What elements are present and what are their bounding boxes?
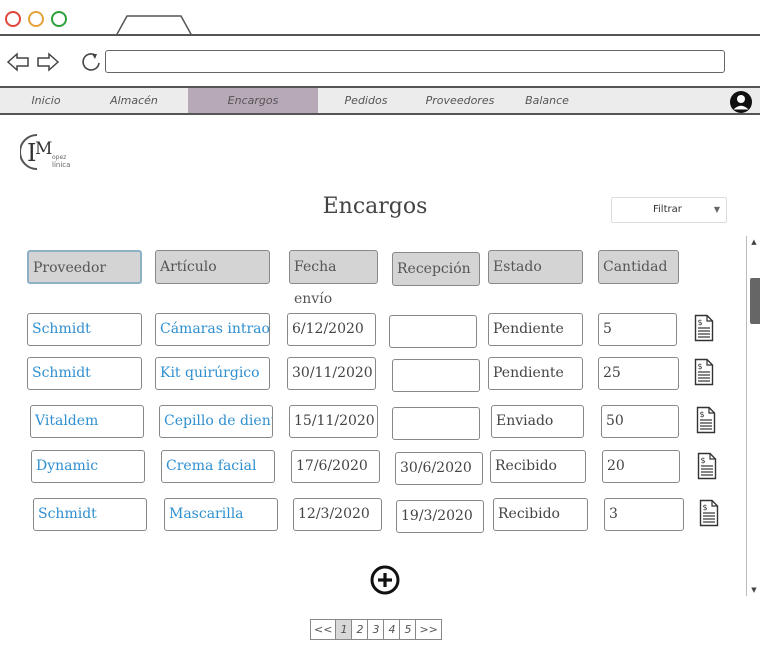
column-header-cantidad[interactable]: Cantidad [598, 250, 679, 284]
scrollbar-thumb[interactable] [750, 278, 760, 324]
svg-text:$: $ [703, 503, 708, 512]
cell-proveedor[interactable]: Schmidt [27, 313, 142, 346]
cell-fecha-envio[interactable]: 6/12/2020 [287, 313, 376, 346]
pagination-first[interactable]: << [310, 619, 337, 640]
menu-item-almacen[interactable]: Almacén [98, 88, 170, 113]
invoice-document-icon[interactable]: $ [697, 452, 717, 480]
cell-estado[interactable]: Pendiente [488, 357, 583, 390]
invoice-document-icon[interactable]: $ [696, 406, 716, 434]
scroll-down-arrow-icon[interactable]: ▼ [747, 584, 760, 596]
cell-cantidad[interactable]: 25 [598, 357, 679, 390]
pagination: << 1 2 3 4 5 >> [310, 619, 442, 641]
menu-item-proveedores[interactable]: Proveedores [418, 88, 502, 113]
cell-cantidad[interactable]: 20 [602, 450, 680, 483]
column-header-fecha-envio[interactable]: Fecha envío [289, 250, 378, 307]
page-title: Encargos [322, 194, 428, 219]
cell-estado[interactable]: Recibido [490, 450, 586, 483]
cell-articulo[interactable]: Cámaras intraoral [155, 313, 270, 346]
invoice-document-icon[interactable]: $ [694, 314, 714, 342]
menu-item-pedidos[interactable]: Pedidos [330, 88, 402, 113]
browser-address-bar [0, 36, 760, 88]
pagination-last[interactable]: >> [416, 619, 442, 640]
cell-proveedor[interactable]: Dynamic [31, 450, 145, 483]
cell-recepcion[interactable] [392, 407, 480, 440]
svg-text:$: $ [698, 362, 703, 371]
cell-fecha-envio[interactable]: 30/11/2020 [287, 357, 376, 390]
svg-text:$: $ [698, 318, 703, 327]
svg-text:opez: opez [52, 154, 66, 161]
cell-recepcion[interactable] [389, 315, 477, 348]
cell-fecha-envio[interactable]: 17/6/2020 [291, 450, 380, 483]
filter-label: Filtrar [653, 204, 682, 215]
cell-articulo[interactable]: Kit quirúrgico [155, 357, 270, 390]
cell-fecha-envio[interactable]: 12/3/2020 [293, 498, 382, 531]
menu-item-balance[interactable]: Balance [515, 88, 579, 113]
column-header-estado[interactable]: Estado [488, 250, 583, 284]
pagination-page-1[interactable]: 1 [336, 619, 353, 640]
cell-articulo[interactable]: Mascarilla [164, 498, 278, 531]
svg-text:línica: línica [52, 161, 70, 169]
cell-cantidad[interactable]: 50 [601, 405, 679, 438]
url-input[interactable] [105, 50, 725, 73]
pagination-page-2[interactable]: 2 [352, 619, 369, 640]
invoice-document-icon[interactable]: $ [699, 499, 719, 527]
main-menu: Inicio Almacén Encargos Pedidos Proveedo… [0, 88, 760, 115]
pagination-page-5[interactable]: 5 [400, 619, 417, 640]
menu-item-encargos[interactable]: Encargos [188, 88, 318, 113]
cell-proveedor[interactable]: Schmidt [27, 357, 142, 390]
cell-recepcion[interactable]: 30/6/2020 [395, 452, 483, 485]
cell-proveedor[interactable]: Schmidt [33, 498, 147, 531]
svg-text:$: $ [700, 410, 705, 419]
browser-titlebar [0, 0, 760, 36]
cell-cantidad[interactable]: 3 [604, 498, 684, 531]
menu-item-inicio[interactable]: Inicio [18, 88, 74, 113]
cell-estado[interactable]: Recibido [493, 498, 588, 531]
invoice-document-icon[interactable]: $ [694, 358, 714, 386]
maximize-window-button[interactable] [51, 11, 67, 27]
filter-dropdown[interactable]: Filtrar ▼ [611, 197, 727, 223]
cell-articulo[interactable]: Crema facial [161, 450, 275, 483]
close-window-button[interactable] [5, 11, 21, 27]
add-order-icon[interactable] [369, 565, 401, 595]
browser-tab[interactable] [115, 14, 193, 36]
cell-estado[interactable]: Pendiente [488, 313, 583, 346]
cell-articulo[interactable]: Cepillo de diente [159, 405, 273, 438]
forward-arrow-icon[interactable] [36, 52, 60, 72]
vertical-scrollbar[interactable]: ▲ ▼ [746, 236, 760, 596]
cell-recepcion[interactable] [392, 359, 480, 392]
cell-cantidad[interactable]: 5 [598, 313, 677, 346]
chevron-down-icon: ▼ [713, 205, 720, 214]
clinic-logo: I M opez línica [20, 134, 70, 170]
column-header-recepcion[interactable]: Recepción [392, 252, 480, 286]
minimize-window-button[interactable] [28, 11, 44, 27]
column-header-articulo[interactable]: Artículo [155, 250, 270, 284]
cell-fecha-envio[interactable]: 15/11/2020 [289, 405, 378, 438]
svg-text:$: $ [701, 456, 706, 465]
cell-estado[interactable]: Enviado [491, 405, 584, 438]
svg-text:M: M [35, 139, 52, 159]
scroll-up-arrow-icon[interactable]: ▲ [747, 236, 760, 248]
back-arrow-icon[interactable] [6, 52, 30, 72]
cell-recepcion[interactable]: 19/3/2020 [396, 500, 484, 533]
cell-proveedor[interactable]: Vitaldem [30, 405, 144, 438]
user-account-icon[interactable] [729, 90, 753, 114]
column-header-proveedor[interactable]: Proveedor [27, 250, 142, 284]
pagination-page-4[interactable]: 4 [384, 619, 401, 640]
pagination-page-3[interactable]: 3 [368, 619, 385, 640]
reload-icon[interactable] [80, 51, 102, 73]
